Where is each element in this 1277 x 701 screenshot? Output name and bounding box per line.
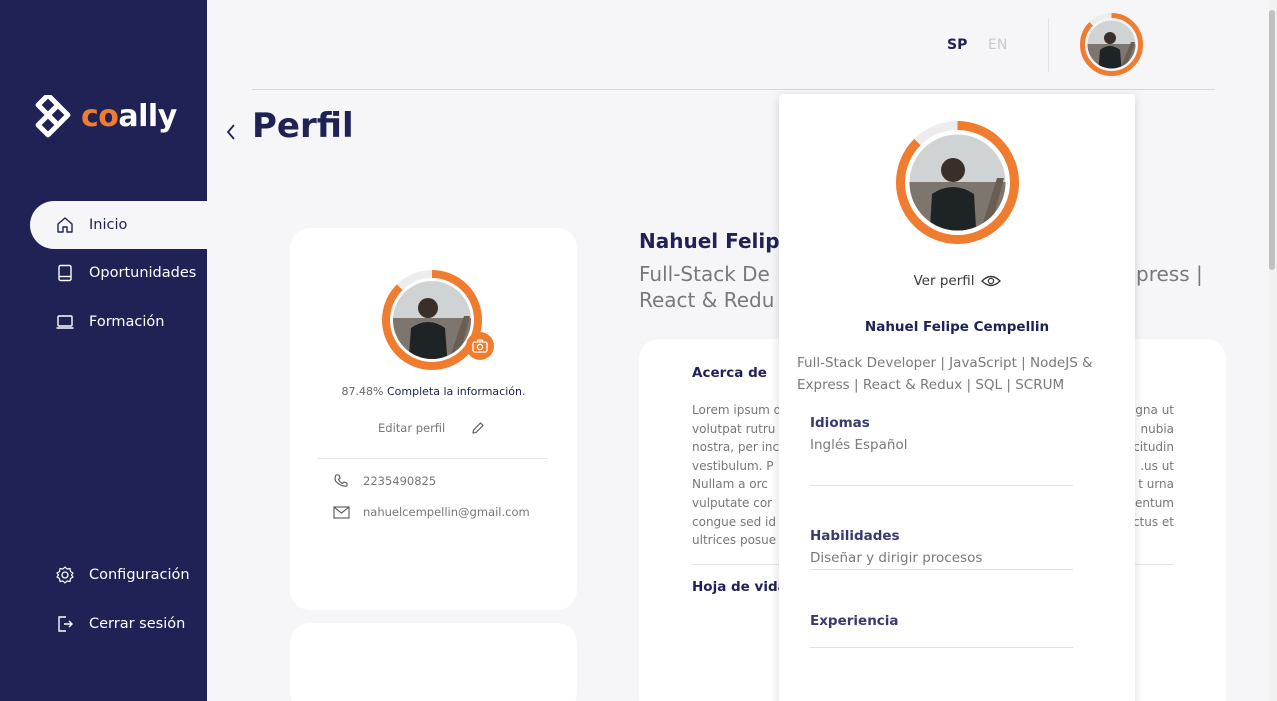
view-profile-label: Ver perfil — [913, 273, 975, 289]
mail-icon — [333, 505, 351, 519]
edit-profile-label: Editar perfil — [378, 421, 446, 435]
sidebar-item-oportunidades[interactable]: Oportunidades — [30, 249, 196, 297]
experience-title: Experiencia — [810, 613, 899, 629]
language-sp-button[interactable]: SP — [947, 37, 967, 53]
back-arrow-icon[interactable] — [224, 122, 238, 142]
sidebar-item-label: Cerrar sesión — [89, 616, 186, 632]
pencil-icon — [472, 422, 484, 434]
profile-avatar — [382, 270, 482, 370]
about-text-right: gna ut nubia citudin us ut. t urna entum… — [1134, 401, 1174, 550]
about-line-end: citudin — [1134, 440, 1174, 455]
about-line-end: t urna — [1138, 477, 1174, 492]
coally-logo[interactable]: coally — [31, 95, 177, 139]
user-avatar-button[interactable] — [1079, 12, 1144, 77]
sidebar-item-cerrar-sesion[interactable]: Cerrar sesión — [30, 600, 185, 648]
topbar-divider — [1048, 18, 1049, 72]
sidebar-item-label: Inicio — [89, 217, 128, 233]
languages-value: Inglés Español — [810, 437, 908, 453]
language-en-button[interactable]: EN — [988, 37, 1007, 53]
change-photo-button[interactable] — [466, 332, 494, 360]
phone-number: 2235490825 — [363, 474, 437, 488]
cv-title: Hoja de vida — [692, 579, 787, 595]
edit-profile-button[interactable]: Editar perfil — [378, 421, 485, 435]
sidebar-item-label: Configuración — [89, 567, 190, 583]
dropdown-headline: Full-Stack Developer | JavaScript | Node… — [797, 355, 1093, 393]
about-line-end — [1134, 531, 1174, 550]
sidebar-item-formacion[interactable]: Formación — [30, 298, 164, 346]
sidebar-item-inicio[interactable]: Inicio — [30, 201, 210, 249]
logo-wordmark: coally — [81, 99, 177, 134]
sidebar-item-label: Formación — [89, 314, 165, 330]
completion-message[interactable]: Completa la información. — [387, 385, 526, 398]
card-divider — [318, 458, 548, 459]
profile-name: Nahuel Felipe — [639, 229, 794, 253]
skills-title: Habilidades — [810, 528, 900, 544]
gear-icon — [55, 565, 75, 585]
phone-contact: 2235490825 — [333, 473, 436, 489]
sidebar: coally Inicio Oportunidades Formación Co… — [0, 0, 210, 701]
coally-logo-icon — [35, 95, 71, 138]
profile-completion: 87.48% Completa la información. — [290, 385, 577, 398]
profile-headline-line1: Full-Stack De — [639, 262, 770, 286]
secondary-card — [290, 623, 577, 701]
profile-summary-card: 87.48% Completa la información. Editar p… — [290, 228, 577, 610]
sidebar-item-configuracion[interactable]: Configuración — [30, 551, 190, 599]
about-line-end: entum — [1135, 495, 1174, 510]
home-icon — [55, 215, 75, 235]
email-address: nahuelcempellin@gmail.com — [363, 505, 530, 519]
sidebar-item-label: Oportunidades — [89, 265, 197, 281]
dropdown-avatar — [896, 121, 1019, 244]
section-divider — [810, 647, 1073, 648]
about-line-end: nubia — [1140, 421, 1174, 436]
view-profile-link[interactable]: Ver perfil — [779, 273, 1135, 289]
about-line-end: ctus et — [1134, 514, 1174, 529]
page-title: Perfil — [252, 106, 354, 146]
about-title: Acerca de — [692, 365, 767, 381]
phone-icon — [333, 473, 351, 489]
skills-value: Diseñar y dirigir procesos — [810, 550, 983, 566]
scrollbar-thumb[interactable] — [1269, 10, 1275, 270]
laptop-icon — [55, 312, 75, 332]
profile-dropdown: Ver perfil Nahuel Felipe Cempellin Full-… — [779, 94, 1135, 701]
section-divider — [810, 485, 1073, 486]
profile-headline-line2: React & Redu — [639, 288, 775, 312]
eye-icon — [980, 274, 1001, 288]
header-divider — [252, 89, 1215, 90]
dropdown-name: Nahuel Felipe Cempellin — [864, 319, 1050, 335]
email-contact: nahuelcempellin@gmail.com — [333, 505, 530, 519]
page-scrollbar[interactable] — [1269, 0, 1277, 701]
completion-percent: 87.48% — [341, 385, 384, 398]
about-line-end: us ut. — [1140, 458, 1174, 473]
section-divider — [810, 569, 1073, 570]
logout-icon — [55, 614, 75, 634]
profile-headline-line1-end: press | — [1136, 262, 1203, 286]
camera-icon — [472, 339, 488, 353]
languages-title: Idiomas — [810, 415, 870, 431]
book-icon — [55, 263, 75, 283]
about-line-end: gna ut — [1135, 403, 1174, 417]
